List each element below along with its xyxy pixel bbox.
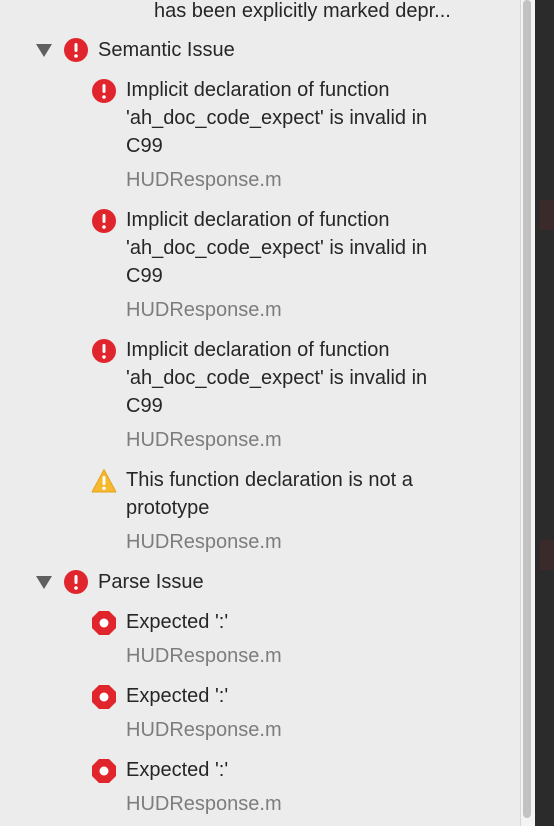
warning-icon: [91, 468, 117, 494]
issue-file-name: HUDResponse.m: [126, 169, 282, 191]
error-icon: [63, 37, 89, 63]
issue-message-line: Implicit declaration of function: [126, 209, 390, 231]
issue-message-line: C99: [126, 395, 163, 417]
issue-group-parse[interactable]: Parse Issue: [0, 568, 520, 596]
issue-row[interactable]: Implicit declaration of function 'ah_doc…: [0, 336, 520, 456]
issue-row[interactable]: Implicit declaration of function 'ah_doc…: [0, 76, 520, 196]
issue-message-line: Implicit declaration of function: [126, 79, 390, 101]
issue-message-line: Expected ':': [126, 685, 229, 707]
issue-message-line: Expected ':': [126, 611, 229, 633]
issue-file-name: HUDResponse.m: [126, 719, 282, 741]
stop-error-icon: [91, 610, 117, 636]
editor-edge: [535, 0, 554, 826]
issue-file-name: HUDResponse.m: [126, 429, 282, 451]
issue-message-line: prototype: [126, 497, 210, 519]
issue-message-line: C99: [126, 135, 163, 157]
issue-message-line: 'ah_doc_code_expect' is invalid in: [126, 367, 428, 389]
issue-message-line: Expected ':': [126, 759, 229, 781]
issue-row[interactable]: Implicit declaration of function 'ah_doc…: [0, 206, 520, 326]
issue-message-line: C99: [126, 265, 163, 287]
error-line-marker: [540, 540, 554, 570]
issue-message-line: 'ah_doc_code_expect' is invalid in: [126, 237, 428, 259]
stop-error-icon: [91, 758, 117, 784]
error-icon: [63, 569, 89, 595]
issue-group-title: Parse Issue: [98, 571, 204, 593]
issue-group-semantic[interactable]: Semantic Issue: [0, 36, 520, 64]
disclosure-triangle-icon[interactable]: [35, 573, 53, 591]
issue-file-name: HUDResponse.m: [126, 531, 282, 553]
issue-row[interactable]: Expected ':' HUDResponse.m: [0, 682, 520, 746]
issue-message-line: Implicit declaration of function: [126, 339, 390, 361]
issue-message[interactable]: has been explicitly marked depr...: [154, 0, 451, 25]
issue-row[interactable]: Expected ':' HUDResponse.m: [0, 756, 520, 820]
issue-file-name: HUDResponse.m: [126, 645, 282, 667]
scrollbar-thumb[interactable]: [523, 0, 531, 818]
error-icon: [91, 338, 117, 364]
issue-row[interactable]: This function declaration is not a proto…: [0, 466, 520, 558]
disclosure-triangle-icon[interactable]: [35, 41, 53, 59]
issue-message-line: 'ah_doc_code_expect' is invalid in: [126, 107, 428, 129]
issue-message-line: This function declaration is not a: [126, 469, 413, 491]
issue-row[interactable]: Expected ':' HUDResponse.m: [0, 608, 520, 672]
error-line-marker: [540, 200, 554, 230]
error-icon: [91, 78, 117, 104]
stop-error-icon: [91, 684, 117, 710]
issue-navigator: has been explicitly marked depr... Seman…: [0, 0, 520, 826]
issue-file-name: HUDResponse.m: [126, 299, 282, 321]
error-icon: [91, 208, 117, 234]
issue-group-title: Semantic Issue: [98, 39, 235, 61]
issue-file-name: HUDResponse.m: [126, 793, 282, 815]
